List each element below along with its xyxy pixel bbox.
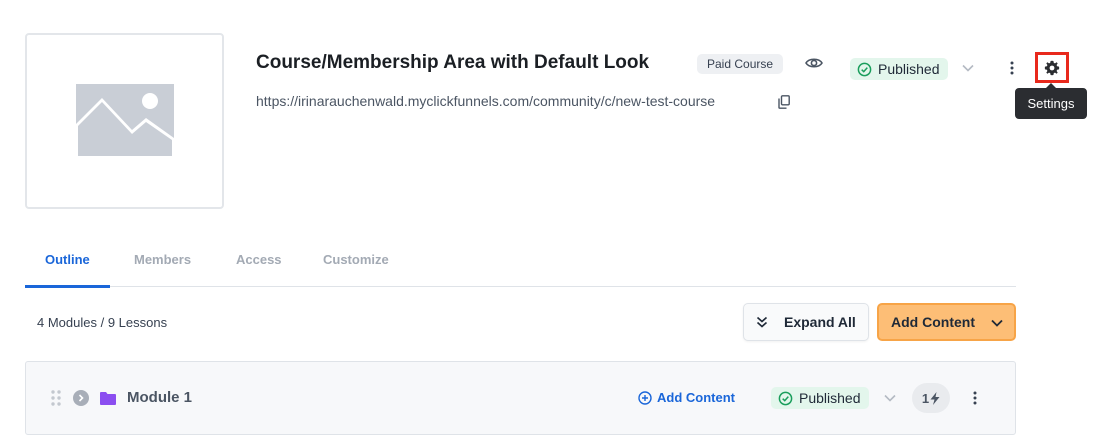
check-circle-icon bbox=[857, 62, 872, 76]
course-status-label: Published bbox=[878, 61, 940, 77]
expand-all-button[interactable]: Expand All bbox=[743, 303, 869, 341]
folder-icon bbox=[100, 392, 116, 405]
tab-members[interactable]: Members bbox=[134, 252, 191, 267]
module-expand-toggle[interactable] bbox=[73, 390, 89, 406]
course-status-dropdown[interactable] bbox=[961, 61, 975, 75]
automation-count: 1 bbox=[921, 390, 930, 406]
active-tab-indicator bbox=[25, 285, 110, 288]
course-title: Course/Membership Area with Default Look bbox=[256, 52, 650, 73]
check-circle-icon bbox=[778, 391, 793, 405]
course-type-badge: Paid Course bbox=[697, 54, 784, 74]
tab-outline[interactable]: Outline bbox=[45, 252, 90, 267]
copy-url-button[interactable] bbox=[777, 94, 791, 110]
course-status-badge[interactable]: Published bbox=[850, 58, 948, 80]
settings-tooltip: Settings bbox=[1015, 83, 1087, 119]
preview-button[interactable] bbox=[803, 54, 825, 72]
chevron-down-icon bbox=[884, 394, 896, 402]
course-thumbnail[interactable] bbox=[25, 33, 224, 209]
module-automation-badge[interactable]: 1 bbox=[912, 383, 950, 413]
course-tabs: Outline Members Access Customize bbox=[25, 244, 1016, 288]
double-chevron-icon bbox=[756, 316, 768, 328]
copy-icon bbox=[778, 95, 790, 109]
course-more-menu[interactable] bbox=[1006, 59, 1018, 77]
lightning-icon bbox=[930, 391, 940, 405]
chevron-down-icon bbox=[962, 64, 974, 72]
course-url: https://irinarauchenwald.myclickfunnels.… bbox=[256, 93, 716, 109]
drag-handle-icon[interactable] bbox=[50, 389, 62, 407]
settings-button[interactable] bbox=[1035, 52, 1069, 83]
chevron-right-circle-icon bbox=[78, 394, 84, 402]
add-content-dropdown[interactable] bbox=[990, 316, 1004, 330]
eye-icon bbox=[805, 58, 823, 68]
image-placeholder-icon bbox=[75, 84, 174, 158]
gear-icon bbox=[1044, 60, 1060, 75]
kebab-menu-icon bbox=[1010, 61, 1014, 75]
module-status-badge[interactable]: Published bbox=[771, 387, 869, 409]
kebab-menu-icon bbox=[973, 391, 977, 405]
add-content-label: Add Content bbox=[891, 314, 975, 330]
plus-circle-icon bbox=[638, 390, 652, 405]
module-status-dropdown[interactable] bbox=[883, 391, 897, 405]
expand-all-label: Expand All bbox=[784, 314, 856, 330]
module-title: Module 1 bbox=[127, 389, 193, 406]
tab-access[interactable]: Access bbox=[236, 252, 282, 267]
chevron-down-icon bbox=[991, 319, 1003, 327]
module-add-content-button[interactable]: Add Content bbox=[638, 390, 735, 405]
module-add-content-label: Add Content bbox=[657, 390, 735, 405]
module-lesson-count: 4 Modules / 9 Lessons bbox=[37, 315, 168, 330]
tab-customize[interactable]: Customize bbox=[323, 252, 389, 267]
module-more-menu[interactable] bbox=[969, 389, 981, 407]
add-content-button[interactable]: Add Content bbox=[877, 303, 1016, 341]
module-status-label: Published bbox=[799, 390, 861, 406]
